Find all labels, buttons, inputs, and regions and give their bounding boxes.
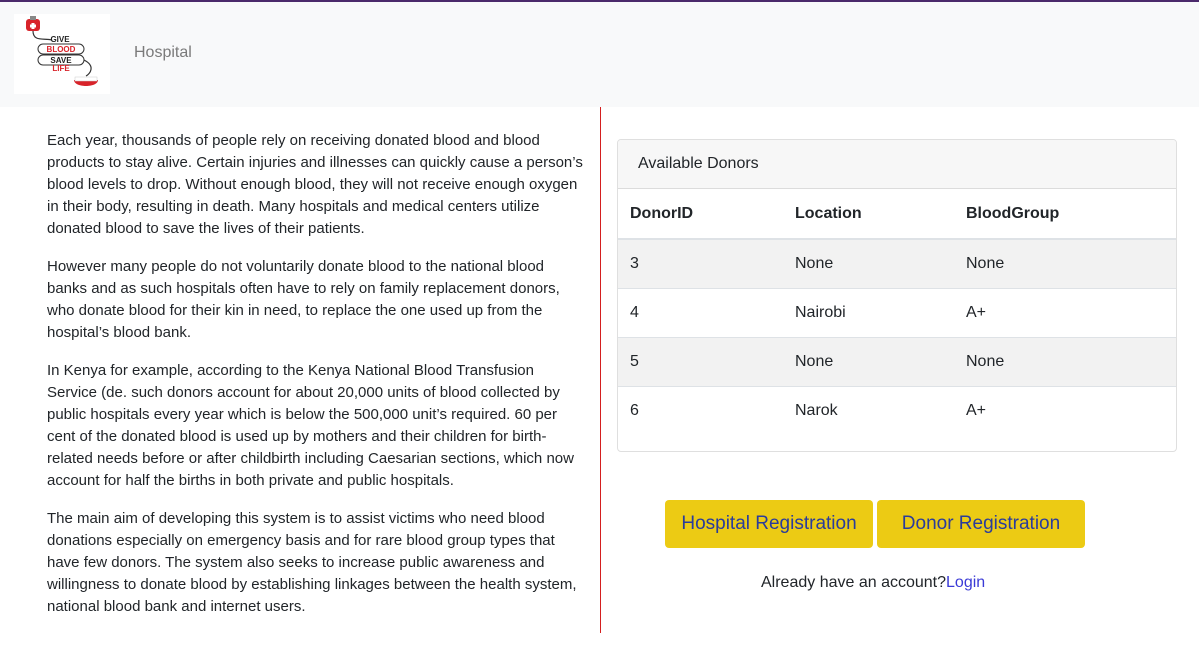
login-prompt-text: Already have an account? xyxy=(761,574,947,591)
donor-id-cell: 4 xyxy=(618,287,795,337)
svg-text:BLOOD: BLOOD xyxy=(47,45,76,54)
donors-table: DonorID Location BloodGroup 3 None None … xyxy=(618,189,1176,435)
location-cell: None xyxy=(795,336,966,386)
login-prompt-line: Already have an account?Login xyxy=(0,574,1199,592)
blood-group-cell: A+ xyxy=(966,385,1176,435)
blood-group-cell: A+ xyxy=(966,287,1176,337)
column-header-location: Location xyxy=(795,189,966,240)
available-donors-card: Available Donors DonorID Location BloodG… xyxy=(617,139,1177,452)
available-donors-title: Available Donors xyxy=(618,140,1176,189)
table-row: 6 Narok A+ xyxy=(618,385,1176,435)
location-cell: Narok xyxy=(795,385,966,435)
table-row: 4 Nairobi A+ xyxy=(618,287,1176,337)
location-cell: None xyxy=(795,238,966,288)
navbar-brand-hospital[interactable]: Hospital xyxy=(134,44,192,62)
donor-id-cell: 3 xyxy=(618,238,795,288)
blood-group-cell: None xyxy=(966,336,1176,386)
blood-group-cell: None xyxy=(966,238,1176,288)
blood-bag-logo-icon: GIVE BLOOD SAVE LIFE xyxy=(26,16,98,86)
give-blood-logo[interactable]: GIVE BLOOD SAVE LIFE xyxy=(14,14,110,94)
svg-text:GIVE: GIVE xyxy=(50,35,70,44)
donor-id-cell: 6 xyxy=(618,385,795,435)
svg-text:LIFE: LIFE xyxy=(52,64,70,73)
hospital-registration-button[interactable]: Hospital Registration xyxy=(665,500,873,548)
intro-paragraph: In Kenya for example, according to the K… xyxy=(47,362,574,489)
intro-paragraph: Each year, thousands of people rely on r… xyxy=(47,132,583,237)
donor-id-cell: 5 xyxy=(618,336,795,386)
intro-paragraph: However many people do not voluntarily d… xyxy=(47,258,560,341)
donor-registration-button[interactable]: Donor Registration xyxy=(877,500,1085,548)
table-header-row: DonorID Location BloodGroup xyxy=(618,189,1176,240)
login-link[interactable]: Login xyxy=(946,574,985,591)
location-cell: Nairobi xyxy=(795,287,966,337)
intro-paragraph: The main aim of developing this system i… xyxy=(47,510,577,615)
intro-text: Each year, thousands of people rely on r… xyxy=(47,130,587,634)
column-header-bloodgroup: BloodGroup xyxy=(966,189,1176,240)
table-row: 3 None None xyxy=(618,238,1176,288)
navbar: GIVE BLOOD SAVE LIFE Hospital xyxy=(0,2,1199,107)
vertical-divider xyxy=(600,107,601,633)
column-header-donorid: DonorID xyxy=(618,189,795,240)
table-row: 5 None None xyxy=(618,336,1176,386)
